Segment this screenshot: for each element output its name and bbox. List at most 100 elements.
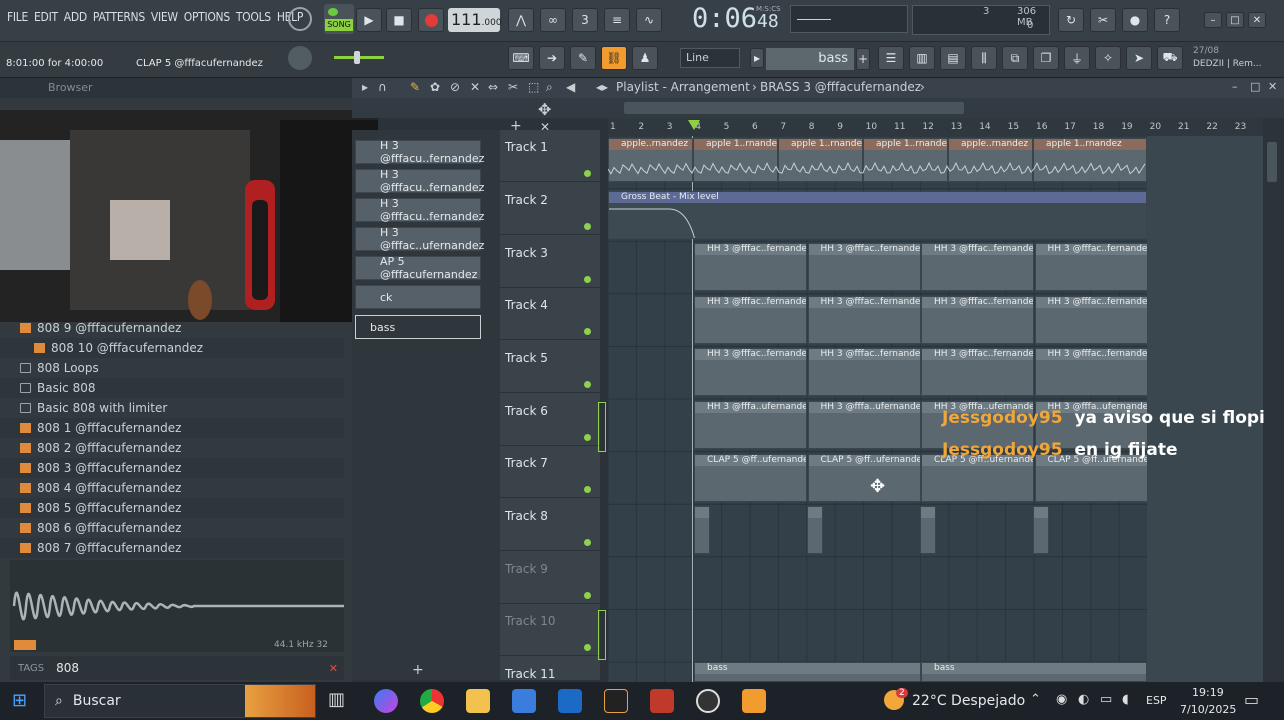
magnet-icon[interactable]: ∩ <box>378 80 387 94</box>
horizontal-scrollbar[interactable] <box>624 102 964 114</box>
clock-time[interactable]: 19:19 <box>1192 686 1224 699</box>
snap-select[interactable]: Line <box>680 48 740 68</box>
outlook-icon[interactable] <box>558 689 582 713</box>
copilot-icon[interactable] <box>374 689 398 713</box>
track-led-icon[interactable] <box>584 381 591 388</box>
track-led-icon[interactable] <box>584 644 591 651</box>
master-volume-slider[interactable] <box>334 51 384 64</box>
list-item[interactable]: 808 7 @fffacufernandez <box>0 538 344 558</box>
track-led-icon[interactable] <box>584 539 591 546</box>
chevron-up-icon[interactable]: ⌃ <box>1030 692 1041 707</box>
picker-item[interactable]: AP 5 @fffacufernandez <box>355 255 481 281</box>
pattern-clip[interactable]: HH 3 @fffac..fernandez <box>1034 243 1148 291</box>
slice-tool-icon[interactable]: ✂ <box>508 80 518 94</box>
menu-tools[interactable]: TOOLS <box>233 10 274 24</box>
track-header[interactable]: Track 2 <box>500 183 600 235</box>
playhead-marker-icon[interactable] <box>688 120 700 130</box>
pencil-button[interactable]: ✎ <box>570 46 596 70</box>
store-icon[interactable] <box>512 689 536 713</box>
link-button[interactable]: ⛓ <box>601 46 627 70</box>
pattern-clip[interactable]: HH 3 @fffac..fernandez <box>694 243 807 291</box>
ableton-icon[interactable] <box>604 689 628 713</box>
pattern-clip[interactable]: HH 3 @fffac..fernandez <box>807 348 921 396</box>
track-header[interactable]: Track 10 <box>500 604 600 656</box>
mic-button[interactable]: ● <box>1122 8 1148 32</box>
pattern-clip[interactable]: CLAP 5 @ff..ufernandez <box>694 454 807 502</box>
shop-button[interactable]: ⛟ <box>1157 46 1183 70</box>
track-header[interactable]: Track 5 <box>500 341 600 393</box>
pattern-clip[interactable]: HH 3 @fffac..fernandez <box>921 243 1034 291</box>
menu-edit[interactable]: EDIT <box>31 10 61 24</box>
browser-window-button[interactable]: ❐ <box>1033 46 1059 70</box>
pattern-clip[interactable]: HH 3 @fffac..fernandez <box>807 243 921 291</box>
vertical-scrollbar[interactable] <box>1264 118 1280 680</box>
pattern-prev-button[interactable]: ▸ <box>750 48 764 68</box>
plugin-window-button[interactable]: ⧉ <box>1002 46 1028 70</box>
paint-tool-icon[interactable]: ✿ <box>430 80 440 94</box>
close-button[interactable]: ✕ <box>1248 12 1266 28</box>
playlist-window-button[interactable]: ☰ <box>878 46 904 70</box>
arrow-button[interactable]: ➔ <box>539 46 565 70</box>
taskbar-search[interactable]: ⌕ Buscar <box>44 684 316 718</box>
maximize-button[interactable]: □ <box>1226 12 1244 28</box>
tempo-tap-button[interactable]: ✧ <box>1095 46 1121 70</box>
delete-tool-icon[interactable]: ⊘ <box>450 80 460 94</box>
network-icon[interactable]: ▭ <box>1100 692 1112 707</box>
voicemeeter-icon[interactable] <box>650 689 674 713</box>
list-item[interactable]: 808 10 @fffacufernandez <box>0 338 344 358</box>
pattern-clip[interactable] <box>1033 506 1049 554</box>
timeline-ruler[interactable]: 1 2 3 4 5 6 7 8 9 10 11 12 13 14 15 16 17 18 19 20 21 22 23 <box>608 118 1263 136</box>
browser-search-input[interactable]: 808 <box>56 661 79 675</box>
playlist-arrow-icon[interactable]: ▸ <box>362 80 368 94</box>
obs-icon[interactable] <box>696 689 720 713</box>
automation-clip[interactable]: Gross Beat - Mix level <box>608 191 1147 239</box>
add-pattern-button[interactable]: + <box>856 48 870 70</box>
mute-tool-icon[interactable]: ✕ <box>470 80 480 94</box>
track-led-icon[interactable] <box>584 486 591 493</box>
track-led-icon[interactable] <box>584 434 591 441</box>
playlist-minimize-icon[interactable]: – <box>1232 80 1238 93</box>
menu-options[interactable]: OPTIONS <box>181 10 233 24</box>
list-item[interactable]: 808 4 @fffacufernandez <box>0 478 344 498</box>
track-header[interactable]: Track 6 <box>500 394 600 446</box>
menu-patterns[interactable]: PATTERNS <box>90 10 148 24</box>
zoom-tool-icon[interactable]: ⌕ <box>546 80 553 95</box>
pattern-clip[interactable]: HH 3 @fffac..fernandez <box>1034 296 1148 344</box>
menu-file[interactable]: FILE <box>4 10 31 24</box>
pattern-clip[interactable]: bass <box>921 662 1147 682</box>
crosshair-icon[interactable]: ✥ <box>538 100 551 119</box>
track-led-icon[interactable] <box>584 592 591 599</box>
pattern-clip[interactable] <box>807 506 823 554</box>
chrome-icon[interactable] <box>420 689 444 713</box>
track-led-icon[interactable] <box>584 170 591 177</box>
pattern-clip[interactable]: CLAP 5 @ff..ufernandez <box>1034 454 1148 502</box>
master-volume-knob[interactable] <box>288 7 312 31</box>
language-indicator[interactable]: ESP <box>1146 694 1167 707</box>
list-item[interactable]: 808 Loops <box>0 358 344 378</box>
slip-tool-icon[interactable]: ⇔ <box>488 80 498 94</box>
taskbar-search-input[interactable]: Buscar <box>73 693 121 709</box>
pattern-clip[interactable] <box>920 506 936 554</box>
wait-input-button[interactable]: ∞ <box>540 8 566 32</box>
list-item[interactable]: 808 1 @fffacufernandez <box>0 418 344 438</box>
time-display[interactable]: 0:0648 M:S:CS <box>692 3 781 34</box>
metronome-button[interactable]: ⋀ <box>508 8 534 32</box>
list-item[interactable]: Basic 808 <box>0 378 344 398</box>
list-item[interactable]: 808 6 @fffacufernandez <box>0 518 344 538</box>
master-pitch-knob[interactable] <box>288 46 312 70</box>
list-item[interactable]: 808 2 @fffacufernandez <box>0 438 344 458</box>
stamp-button[interactable]: ♟ <box>632 46 658 70</box>
track-led-icon[interactable] <box>584 328 591 335</box>
weather-text[interactable]: 22°C Despejado <box>912 693 1025 709</box>
slider-handle[interactable] <box>354 51 360 64</box>
pattern-clip[interactable]: HH 3 @fffac..fernandez <box>694 348 807 396</box>
track-header[interactable]: Track 8 <box>500 499 600 551</box>
track-header[interactable]: Track 9 <box>500 552 600 604</box>
news-text[interactable]: DEDZII | Rem... <box>1193 59 1262 69</box>
file-explorer-icon[interactable] <box>466 689 490 713</box>
tempo-display[interactable]: 111.000 <box>448 8 502 32</box>
pattern-clip[interactable]: HH 3 @fffa..ufernandez <box>694 401 807 449</box>
picker-item[interactable]: H 3 @fffacu..fernandez <box>355 139 484 165</box>
countdown-button[interactable]: 3 <box>572 8 598 32</box>
sample-play-icon[interactable] <box>14 640 36 650</box>
